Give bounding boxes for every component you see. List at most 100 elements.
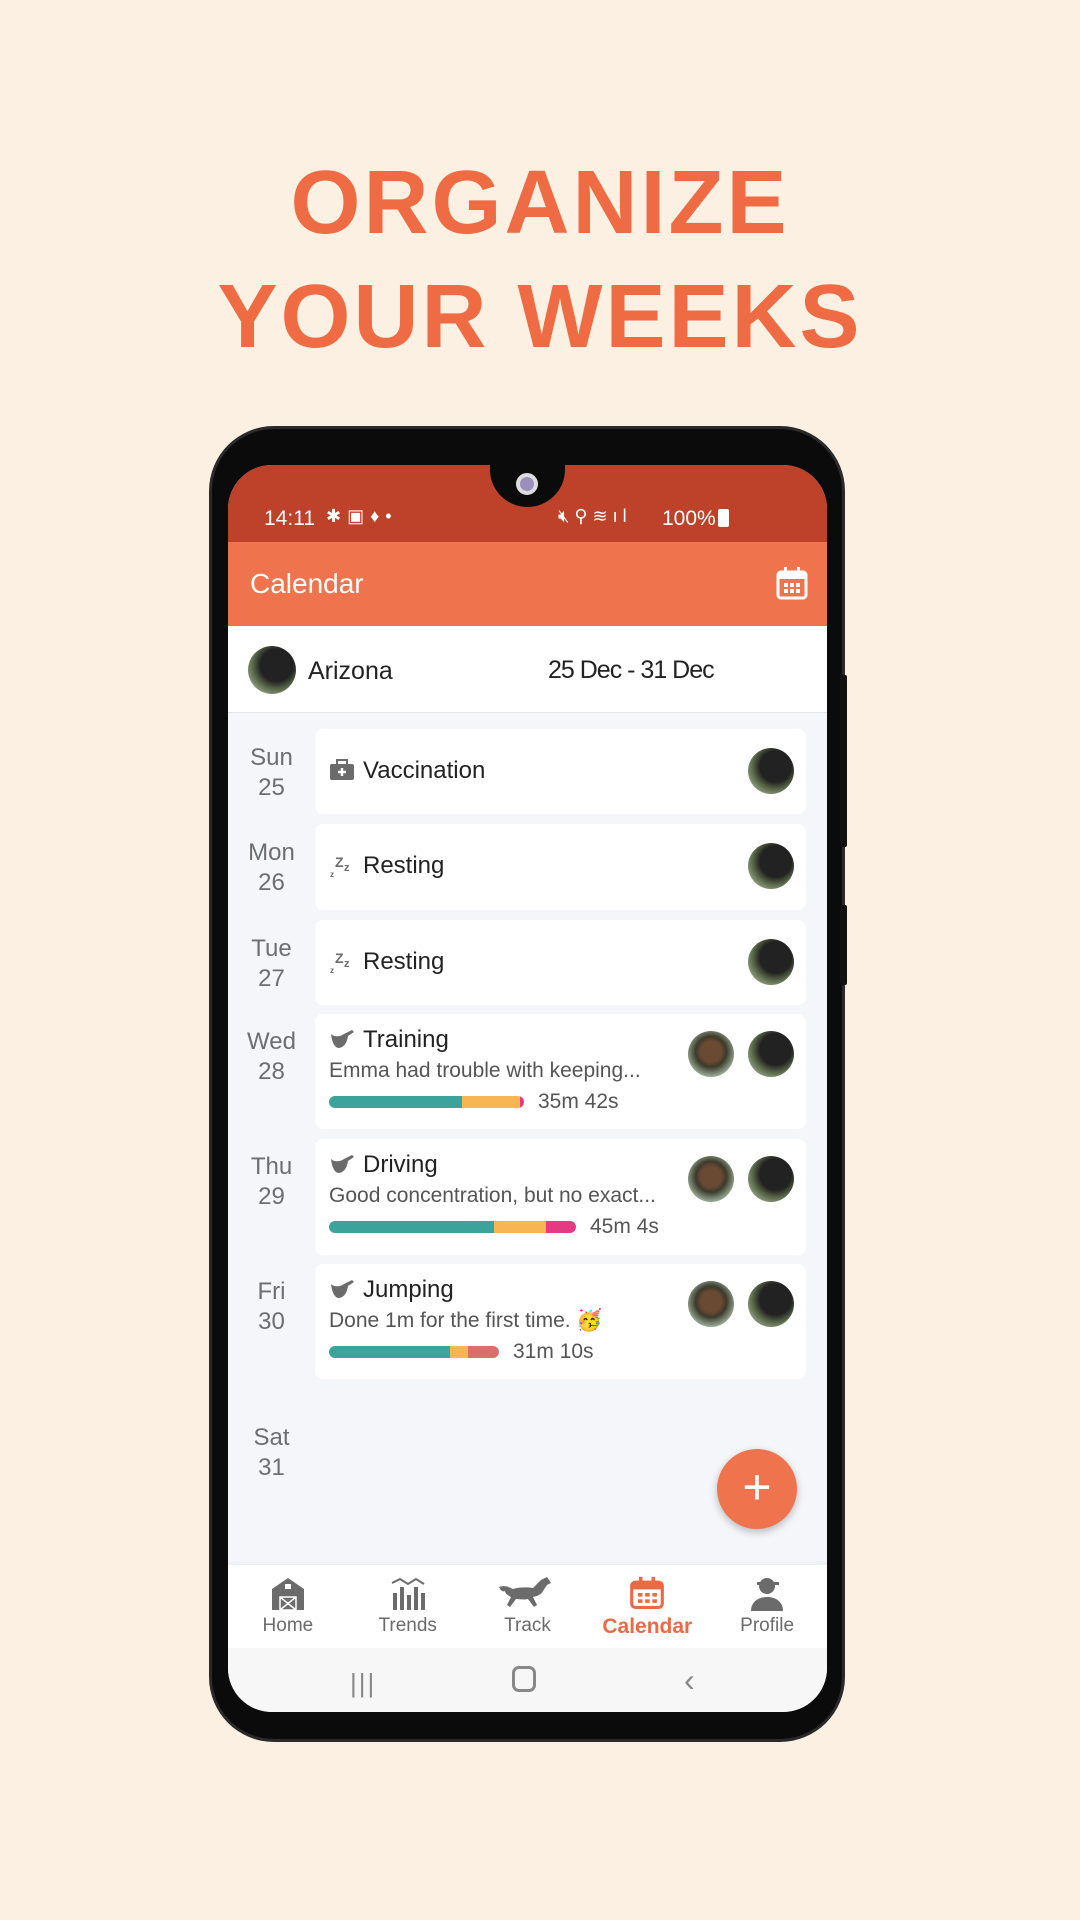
day-label: Sun 25 — [228, 743, 315, 803]
horse-icon — [468, 1575, 588, 1611]
calendar-icon[interactable] — [776, 566, 808, 600]
day-number: 30 — [258, 1308, 285, 1335]
event-title: Training — [363, 1026, 449, 1053]
nav-track[interactable]: Track — [468, 1565, 588, 1648]
day-number: 31 — [258, 1454, 285, 1481]
rider-avatar — [688, 1031, 734, 1077]
day-number: 27 — [258, 965, 285, 992]
headline-line-2: YOUR WEEKS — [217, 267, 863, 367]
day-label: Sat 31 — [228, 1423, 315, 1483]
event-note: Good concentration, but no exact... — [329, 1184, 656, 1207]
svg-text:Z: Z — [335, 854, 344, 870]
gait-segment — [546, 1221, 576, 1233]
gait-segment — [329, 1346, 450, 1358]
event-title: Driving — [363, 1151, 438, 1178]
horse-week-header: Arizona 25 Dec - 31 Dec — [228, 626, 827, 713]
power-button — [840, 905, 847, 985]
day-number: 25 — [258, 774, 285, 801]
recent-apps-icon[interactable]: ||| — [350, 1668, 376, 1699]
event-card-resting[interactable]: Zz z Resting — [315, 824, 806, 910]
day-number: 29 — [258, 1183, 285, 1210]
status-time: 14:11 — [264, 507, 315, 530]
svg-text:z: z — [330, 966, 334, 974]
medical-kit-icon — [329, 759, 355, 781]
event-card-resting[interactable]: Zz z Resting — [315, 920, 806, 1005]
gait-bar — [329, 1096, 524, 1108]
horse-avatar — [748, 1281, 794, 1327]
trends-icon — [348, 1575, 468, 1611]
screen: 14:11 ✱▣♦• 🔇︎⚲≋ıl 100% Calendar Arizona … — [228, 465, 827, 1712]
nav-trends[interactable]: Trends — [348, 1565, 468, 1648]
event-note: Emma had trouble with keeping... — [329, 1059, 641, 1082]
event-title: Resting — [363, 852, 445, 879]
gait-segment — [520, 1096, 524, 1108]
gait-segment — [449, 1346, 469, 1358]
bottom-nav: Home Trends Track Calendar Profile — [228, 1565, 827, 1648]
day-label: Mon 26 — [228, 838, 315, 898]
horse-avatar — [748, 843, 794, 889]
back-icon[interactable]: ‹ — [684, 1662, 695, 1699]
volume-button — [840, 675, 847, 847]
battery-icon — [718, 509, 729, 527]
day-of-week: Tue — [251, 935, 292, 962]
day-of-week: Wed — [247, 1028, 296, 1055]
headline-line-1: ORGANIZE — [290, 153, 790, 253]
saddle-icon — [329, 1028, 355, 1050]
nav-label: Trends — [378, 1615, 437, 1636]
rider-avatar — [688, 1156, 734, 1202]
gait-segment — [329, 1221, 495, 1233]
nav-calendar[interactable]: Calendar — [587, 1565, 707, 1648]
event-duration: 45m 4s — [590, 1215, 659, 1238]
notification-icons: ✱▣♦• — [326, 506, 398, 526]
battery-level: 100% — [662, 507, 716, 530]
horse-avatar[interactable] — [248, 646, 296, 694]
gait-bar — [329, 1346, 499, 1358]
zzz-icon: Zz z — [329, 950, 355, 975]
nav-label: Track — [504, 1615, 551, 1636]
zzz-icon: Zz z — [329, 854, 355, 879]
svg-text:z: z — [344, 958, 350, 970]
add-event-button[interactable]: + — [717, 1449, 797, 1529]
horse-avatar — [748, 939, 794, 985]
system-icons: 🔇︎⚲≋ıl — [558, 506, 632, 526]
event-title: Vaccination — [363, 757, 486, 784]
day-label: Wed 28 — [228, 1027, 315, 1087]
horse-avatar — [748, 1156, 794, 1202]
day-of-week: Fri — [257, 1278, 286, 1305]
svg-text:z: z — [330, 870, 334, 878]
camera-icon — [516, 473, 538, 495]
day-of-week: Mon — [248, 839, 295, 866]
day-of-week: Sat — [253, 1424, 290, 1451]
day-of-week: Thu — [250, 1153, 293, 1180]
event-card-driving[interactable]: Driving Good concentration, but no exact.… — [315, 1139, 806, 1255]
saddle-icon — [329, 1153, 355, 1175]
calendar-icon — [587, 1575, 707, 1611]
profile-icon — [707, 1575, 827, 1611]
nav-label: Profile — [740, 1615, 795, 1636]
nav-home[interactable]: Home — [228, 1565, 348, 1648]
event-duration: 35m 42s — [538, 1090, 619, 1113]
gait-bar — [329, 1221, 576, 1233]
event-card-vaccination[interactable]: Vaccination — [315, 729, 806, 814]
camera-notch — [490, 465, 565, 507]
event-card-jumping[interactable]: Jumping Done 1m for the first time. 🥳 31m … — [315, 1264, 806, 1379]
gait-segment — [329, 1096, 462, 1108]
gait-segment — [494, 1221, 547, 1233]
gait-segment — [461, 1096, 521, 1108]
event-title: Resting — [363, 948, 445, 975]
horse-name[interactable]: Arizona — [308, 657, 393, 686]
home-icon[interactable] — [512, 1666, 536, 1692]
event-card-training[interactable]: Training Emma had trouble with keeping...… — [315, 1014, 806, 1129]
page-title: Calendar — [250, 568, 364, 599]
nav-profile[interactable]: Profile — [707, 1565, 827, 1648]
nav-label: Calendar — [602, 1615, 693, 1638]
nav-label: Home — [262, 1615, 314, 1636]
event-title: Jumping — [363, 1276, 454, 1303]
date-range[interactable]: 25 Dec - 31 Dec — [548, 656, 715, 685]
svg-text:z: z — [344, 862, 350, 874]
day-label: Fri 30 — [228, 1277, 315, 1337]
system-nav-bar: ||| ‹ — [228, 1648, 827, 1712]
gait-segment — [468, 1346, 499, 1358]
day-of-week: Sun — [250, 744, 293, 771]
barn-icon — [228, 1575, 348, 1611]
